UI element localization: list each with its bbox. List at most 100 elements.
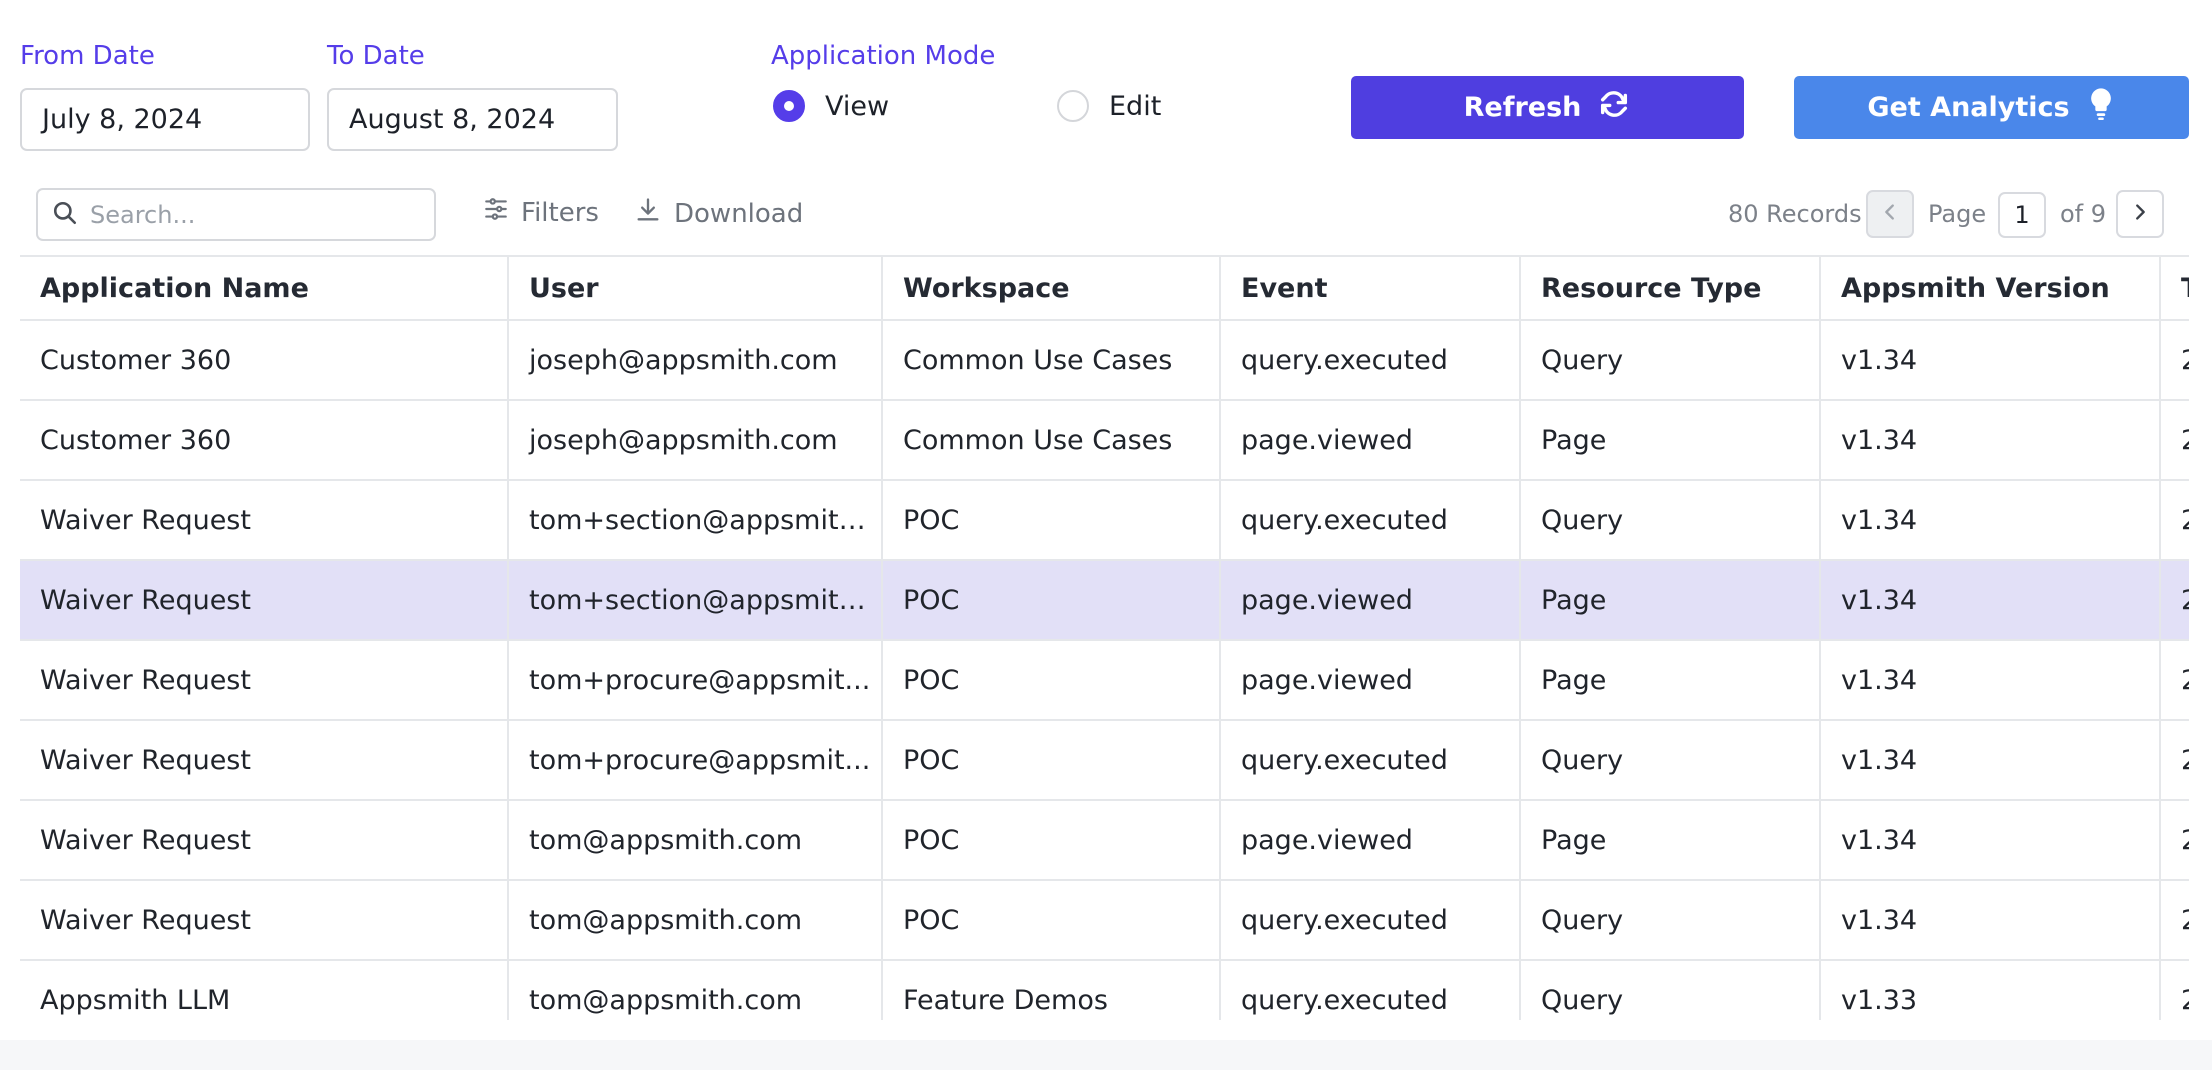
search-box[interactable] — [36, 188, 436, 241]
table-row[interactable]: Waiver Request tom@appsmith.com POC quer… — [20, 880, 2189, 961]
table-row-selected[interactable]: Waiver Request tom+section@appsmith... P… — [20, 560, 2189, 641]
column-header[interactable]: User — [508, 257, 883, 321]
from-date-input[interactable]: July 8, 2024 — [20, 88, 310, 151]
table-cell: tom@appsmith.com — [508, 880, 883, 961]
table-row[interactable]: Waiver Request tom@appsmith.com POC page… — [20, 800, 2189, 881]
table-cell: query.executed — [1220, 320, 1521, 401]
mode-option-edit[interactable]: Edit — [1057, 90, 1161, 122]
table-cell: v1.34 — [1820, 560, 2161, 641]
table-cell: query.executed — [1220, 880, 1521, 961]
table-cell: Waiver Request — [20, 880, 509, 961]
mode-option-view[interactable]: View — [773, 90, 889, 122]
table-cell: POC — [882, 480, 1221, 561]
lightbulb-icon — [2086, 87, 2116, 128]
table-cell: v1.34 — [1820, 720, 2161, 801]
table-cell: page.viewed — [1220, 640, 1521, 721]
download-label: Download — [674, 198, 804, 229]
table-cell: Query — [1520, 480, 1821, 561]
table-row[interactable]: Waiver Request tom+procure@appsmit... PO… — [20, 640, 2189, 721]
mode-edit-label: Edit — [1109, 90, 1162, 122]
table-cell: Feature Demos — [882, 960, 1221, 1020]
to-date-input[interactable]: August 8, 2024 — [327, 88, 618, 151]
column-header[interactable]: Resource Type — [1520, 257, 1821, 321]
table-cell: tom@appsmith.com — [508, 800, 883, 881]
table-cell: Waiver Request — [20, 560, 509, 641]
column-header[interactable]: Workspace — [882, 257, 1221, 321]
application-mode-label: Application Mode — [771, 41, 996, 71]
table-cell: Page — [1520, 800, 1821, 881]
table-row[interactable]: Customer 360 joseph@appsmith.com Common … — [20, 320, 2189, 401]
radio-view[interactable] — [773, 90, 805, 122]
table-row[interactable]: Waiver Request tom+section@appsmith... P… — [20, 480, 2189, 561]
table-cell: v1.34 — [1820, 480, 2161, 561]
mode-view-label: View — [825, 90, 890, 122]
chevron-right-icon — [2129, 201, 2151, 227]
table-header-row: Application Name User Workspace Event Re… — [20, 257, 2189, 321]
page-number-input[interactable]: 1 — [1998, 192, 2046, 238]
analytics-page: From Date July 8, 2024 To Date August 8,… — [0, 0, 2212, 1040]
table-cell: 2 — [2160, 880, 2189, 961]
filters-button[interactable]: Filters — [483, 196, 599, 229]
table-cell: POC — [882, 640, 1221, 721]
column-header[interactable]: T — [2160, 257, 2189, 321]
table-cell: v1.34 — [1820, 400, 2161, 481]
table-cell: query.executed — [1220, 960, 1521, 1020]
table-cell: Common Use Cases — [882, 400, 1221, 481]
to-date-label: To Date — [327, 41, 425, 71]
table-cell: Page — [1520, 640, 1821, 721]
table-cell: Waiver Request — [20, 640, 509, 721]
search-icon — [52, 200, 78, 230]
table-cell: 2 — [2160, 640, 2189, 721]
refresh-button[interactable]: Refresh — [1351, 76, 1744, 139]
table-cell: POC — [882, 880, 1221, 961]
refresh-button-label: Refresh — [1463, 92, 1582, 123]
table-cell: Query — [1520, 320, 1821, 401]
table-cell: 2 — [2160, 480, 2189, 561]
table-cell: 2 — [2160, 960, 2189, 1020]
next-page-button[interactable] — [2116, 190, 2164, 238]
previous-page-button[interactable] — [1866, 190, 1914, 238]
page-footer-band — [0, 1040, 2212, 1070]
table-cell: tom+section@appsmith... — [508, 560, 883, 641]
table-cell: Query — [1520, 960, 1821, 1020]
radio-edit[interactable] — [1057, 90, 1089, 122]
table-cell: v1.34 — [1820, 640, 2161, 721]
column-header[interactable]: Application Name — [20, 257, 509, 321]
records-count: 80 Records — [1728, 200, 1862, 228]
table-cell: Page — [1520, 400, 1821, 481]
table-cell: page.viewed — [1220, 400, 1521, 481]
table-row[interactable]: Waiver Request tom+procure@appsmit... PO… — [20, 720, 2189, 801]
table-cell: 2 — [2160, 400, 2189, 481]
table-cell: tom+section@appsmith... — [508, 480, 883, 561]
column-header[interactable]: Appsmith Version — [1820, 257, 2161, 321]
table-cell: v1.34 — [1820, 880, 2161, 961]
search-input[interactable] — [90, 200, 410, 229]
refresh-icon — [1597, 87, 1631, 128]
table-cell: POC — [882, 560, 1221, 641]
table-cell: Query — [1520, 720, 1821, 801]
table-cell: tom+procure@appsmit... — [508, 720, 883, 801]
table-cell: v1.34 — [1820, 320, 2161, 401]
download-button[interactable]: Download — [634, 196, 803, 231]
download-icon — [634, 196, 662, 231]
table-cell: 2 — [2160, 560, 2189, 641]
table-cell: Waiver Request — [20, 720, 509, 801]
filters-icon — [483, 196, 509, 229]
chevron-left-icon — [1879, 201, 1901, 227]
table-row[interactable]: Customer 360 joseph@appsmith.com Common … — [20, 400, 2189, 481]
table-cell: tom@appsmith.com — [508, 960, 883, 1020]
table-cell: Customer 360 — [20, 400, 509, 481]
table-cell: tom+procure@appsmit... — [508, 640, 883, 721]
get-analytics-button[interactable]: Get Analytics — [1794, 76, 2189, 139]
table-cell: POC — [882, 800, 1221, 881]
table-cell: Appsmith LLM — [20, 960, 509, 1020]
table-cell: 2 — [2160, 320, 2189, 401]
page-total: of 9 — [2060, 200, 2107, 228]
column-header[interactable]: Event — [1220, 257, 1521, 321]
table-cell: POC — [882, 720, 1221, 801]
table-cell: query.executed — [1220, 480, 1521, 561]
table-cell: v1.34 — [1820, 800, 2161, 881]
table-row[interactable]: Appsmith LLM tom@appsmith.com Feature De… — [20, 960, 2189, 1020]
table-cell: v1.33 — [1820, 960, 2161, 1020]
events-table: Application Name User Workspace Event Re… — [20, 255, 2189, 1020]
